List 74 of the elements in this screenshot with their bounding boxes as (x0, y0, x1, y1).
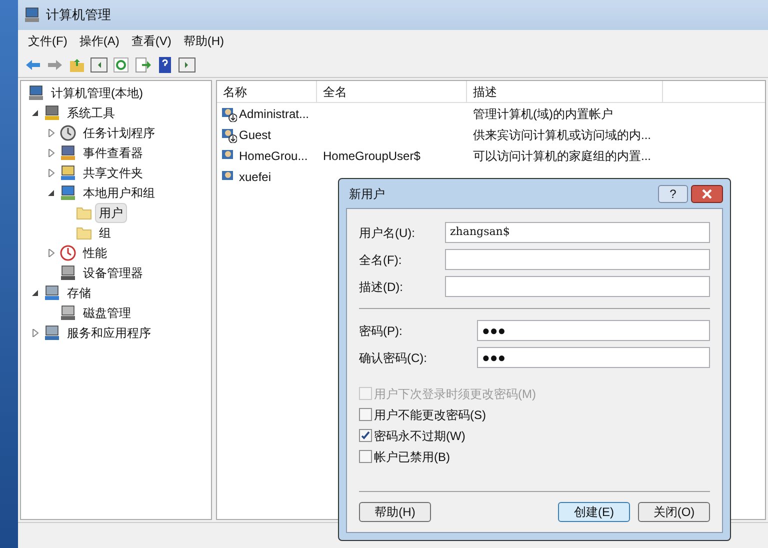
expand-arrow-icon[interactable] (47, 149, 55, 157)
input-field[interactable]: zhangsan$ (445, 222, 710, 243)
export-icon[interactable] (134, 56, 152, 74)
checkbox-label: 用户下次登录时须更改密码(M) (374, 386, 536, 402)
menu-item[interactable]: 操作(A) (75, 32, 124, 50)
field-label: 全名(F): (359, 252, 403, 268)
dialog-button[interactable]: 关闭(O) (638, 502, 710, 522)
table-cell-text: Administrat... (239, 106, 310, 122)
column-header[interactable]: 全名 (317, 81, 467, 102)
checkmark-icon (361, 431, 370, 440)
column-header[interactable]: 描述 (467, 81, 663, 102)
input-field[interactable] (445, 276, 710, 297)
password-field[interactable]: ●●● (477, 320, 710, 341)
disabled-user-icon (221, 106, 237, 122)
collapse-arrow-icon[interactable] (47, 189, 55, 197)
table-cell: 管理计算机(域)的内置帐户 (473, 106, 613, 120)
tree-item[interactable]: 任务计划程序 (79, 123, 159, 143)
dialog-button[interactable]: 帮助(H) (359, 502, 431, 522)
close-icon (702, 188, 712, 198)
table-cell: HomeGroupUser$ (323, 148, 420, 162)
checkbox[interactable] (359, 429, 372, 442)
column-header[interactable]: 名称 (217, 81, 317, 102)
pane-icon[interactable] (178, 56, 196, 74)
collapse-arrow-icon[interactable] (31, 109, 39, 117)
checkbox[interactable] (359, 450, 372, 463)
pane-icon[interactable] (90, 56, 108, 74)
field-label: 密码(P): (359, 322, 404, 340)
table-cell-text: Guest (239, 126, 272, 144)
tree-item[interactable]: 组 (95, 223, 115, 243)
dialog-title: 新用户 (348, 186, 385, 202)
computer-icon (24, 7, 40, 23)
tree-item[interactable]: 设备管理器 (79, 263, 147, 283)
clock-icon (60, 125, 76, 141)
help-icon[interactable] (156, 56, 174, 74)
table-cell-text: HomeGrou... (239, 148, 308, 164)
folder-icon (76, 226, 92, 240)
expand-arrow-icon[interactable] (47, 169, 55, 177)
input-field[interactable] (445, 249, 710, 270)
expand-arrow-icon[interactable] (31, 329, 39, 337)
field-label: 确认密码(C): (359, 350, 428, 366)
tree-item[interactable]: 共享文件夹 (79, 163, 147, 183)
menu-item[interactable]: 查看(V) (127, 32, 176, 50)
field-label: 用户名(U): (359, 224, 416, 242)
tree-item[interactable]: 存储 (63, 283, 95, 303)
tree-item[interactable]: 事件查看器 (79, 143, 147, 163)
tree-item[interactable]: 磁盘管理 (79, 303, 135, 323)
menu-item[interactable]: 文件(F) (24, 32, 72, 50)
folder-icon (76, 206, 92, 220)
table-cell: 供来宾访问计算机或访问域的内... (473, 128, 652, 142)
expand-arrow-icon[interactable] (47, 249, 55, 257)
checkbox-label: 密码永不过期(W) (374, 428, 466, 444)
dialog-button[interactable]: 创建(E) (558, 502, 630, 522)
window-title: 计算机管理 (46, 6, 111, 24)
computer-icon (28, 85, 44, 101)
tree-item[interactable]: 系统工具 (63, 103, 119, 123)
field-label: 描述(D): (359, 278, 404, 296)
password-field[interactable]: ●●● (477, 347, 710, 368)
tree-item[interactable]: 服务和应用程序 (63, 323, 155, 343)
close-button[interactable] (691, 184, 723, 202)
tree-item[interactable]: 用户 (95, 203, 127, 223)
tree-item[interactable]: 计算机管理(本地) (47, 83, 147, 103)
checkbox-label: 用户不能更改密码(S) (374, 406, 486, 424)
tree-item[interactable]: 性能 (79, 243, 111, 263)
disabled-user-icon (221, 126, 237, 142)
collapse-arrow-icon[interactable] (31, 289, 39, 297)
checkbox-label: 帐户已禁用(B) (374, 448, 450, 466)
expand-arrow-icon[interactable] (47, 129, 55, 137)
checkbox[interactable] (359, 408, 372, 421)
refresh-icon[interactable] (112, 56, 130, 74)
table-cell-text: xuefei (239, 168, 272, 186)
menu-item[interactable]: 帮助(H) (179, 32, 228, 50)
tree-item[interactable]: 本地用户和组 (79, 183, 159, 203)
table-cell: 可以访问计算机的家庭组的内置... (473, 148, 652, 162)
help-button[interactable]: ? (658, 184, 688, 202)
